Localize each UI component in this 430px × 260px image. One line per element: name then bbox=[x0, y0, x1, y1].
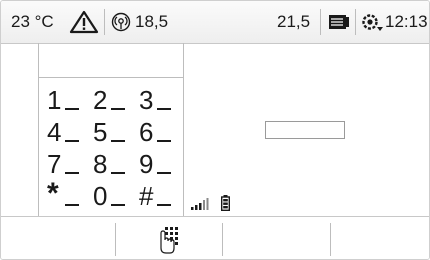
status-bar: 23 °C 18,5 21,5 12:13 bbox=[1, 1, 429, 44]
keypad-key-2[interactable]: 2 bbox=[93, 85, 139, 115]
keypad-row-2: 4 5 6 bbox=[47, 117, 185, 147]
status-separator bbox=[355, 9, 356, 35]
keypad-key-star[interactable]: * bbox=[47, 177, 93, 211]
keypad-key-0[interactable]: 0 bbox=[93, 181, 139, 211]
number-entry-underline bbox=[39, 77, 183, 78]
temperature-right: 21,5 bbox=[277, 12, 311, 31]
empty-field-box bbox=[265, 121, 345, 139]
softkey-1[interactable] bbox=[1, 217, 115, 259]
signal-strength-icon bbox=[191, 198, 209, 210]
clock-time: 12:13 bbox=[385, 12, 428, 31]
softkey-4[interactable] bbox=[331, 217, 429, 259]
keypad-key-3[interactable]: 3 bbox=[139, 85, 185, 115]
status-separator bbox=[104, 9, 105, 35]
keypad-key-hash[interactable]: # bbox=[139, 181, 185, 211]
softkey-3[interactable] bbox=[223, 217, 330, 259]
settings-gear-dropdown-icon bbox=[362, 14, 383, 31]
keypad-key-8[interactable]: 8 bbox=[93, 149, 139, 179]
warning-triangle-icon bbox=[69, 10, 99, 34]
keypad-row-4: * 0 # bbox=[47, 177, 185, 211]
softkey-bar bbox=[1, 216, 429, 259]
status-separator bbox=[320, 9, 321, 35]
dial-pad-hand-icon bbox=[160, 227, 178, 254]
keypad-key-4[interactable]: 4 bbox=[47, 117, 93, 147]
keypad-key-6[interactable]: 6 bbox=[139, 117, 185, 147]
outside-temperature: 23 °C bbox=[11, 12, 54, 31]
battery-icon bbox=[221, 195, 230, 211]
screen: 23 °C 18,5 21,5 12:13 1 2 3 4 5 6 7 8 9 … bbox=[0, 0, 430, 260]
antenna-broadcast-icon bbox=[111, 12, 131, 32]
softkey-dial-pad[interactable] bbox=[116, 217, 222, 259]
keypad-key-7[interactable]: 7 bbox=[47, 149, 93, 179]
keypad-row-1: 1 2 3 bbox=[47, 85, 185, 115]
keypad-key-9[interactable]: 9 bbox=[139, 149, 185, 179]
keypad-key-1[interactable]: 1 bbox=[47, 85, 93, 115]
media-source-icon bbox=[329, 15, 349, 29]
temperature-left: 18,5 bbox=[135, 12, 169, 31]
keypad-row-3: 7 8 9 bbox=[47, 149, 185, 179]
keypad-key-5[interactable]: 5 bbox=[93, 117, 139, 147]
dial-keypad-panel: 1 2 3 4 5 6 7 8 9 * 0 # bbox=[38, 43, 184, 216]
